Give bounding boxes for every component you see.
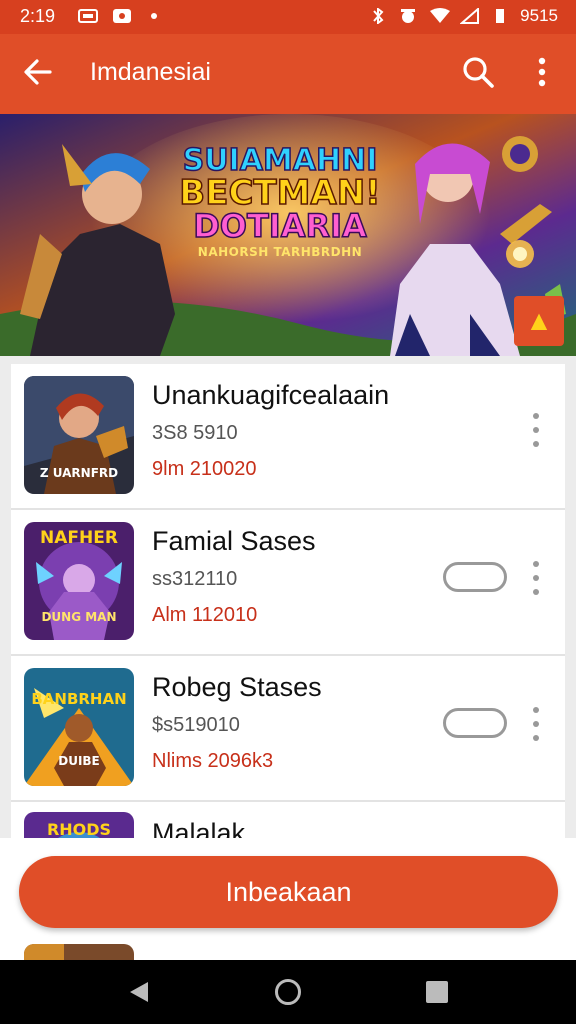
app-thumbnail: Z UARNFRD — [24, 376, 134, 494]
game-list: Z UARNFRD Unankuagifcealaain 3S8 5910 9l… — [11, 364, 565, 844]
overflow-menu-icon[interactable] — [526, 54, 558, 90]
search-icon[interactable] — [460, 54, 496, 90]
item-menu-icon[interactable] — [527, 704, 545, 744]
banner-line-1: SUIAMAHNI — [182, 143, 378, 178]
status-bar: 2:19 9515 — [0, 0, 576, 34]
item-menu-icon[interactable] — [527, 558, 545, 598]
item-subtitle: 3S8 5910 — [152, 422, 238, 444]
thumb-label-bottom: DUNG MAN — [41, 610, 117, 624]
banner-title: SUIAMAHNI BECTMAN! DOTIARIA NAHORSH TARH… — [150, 143, 410, 259]
back-arrow-icon[interactable] — [22, 56, 54, 88]
list-item[interactable]: BANBRHAN DUIBE Robeg Stases $s519010 Nli… — [11, 656, 565, 802]
message-icon — [78, 9, 98, 23]
alarm-icon — [401, 9, 415, 23]
thumb-label-top: NAFHER — [40, 528, 118, 548]
app-thumbnail: NAFHER DUNG MAN — [24, 522, 134, 640]
item-toggle-pill[interactable] — [443, 708, 507, 738]
thumb-label: Z UARNFRD — [39, 466, 119, 480]
nav-home-icon[interactable] — [275, 979, 301, 1005]
signal-icon — [460, 8, 479, 24]
app-thumbnail: BANBRHAN DUIBE — [24, 668, 134, 786]
app-thumbnail-peek — [24, 944, 134, 960]
nav-back-icon[interactable] — [128, 980, 150, 1004]
item-title: Robeg Stases — [152, 672, 322, 702]
bluetooth-icon — [373, 8, 384, 24]
primary-action-button[interactable]: Inbeakaan — [19, 856, 558, 928]
status-time: 2:19 — [20, 6, 56, 26]
item-subtitle: $s519010 — [152, 714, 240, 736]
item-toggle-pill[interactable] — [443, 562, 507, 592]
app-bar: Imdanesiai — [0, 34, 576, 114]
nav-recents-icon[interactable] — [426, 981, 448, 1003]
item-meta: Alm 112010 — [152, 604, 258, 626]
item-subtitle: ss312110 — [152, 568, 238, 590]
system-nav-bar — [0, 960, 576, 1024]
wifi-icon — [430, 8, 450, 23]
status-right-text: 9515 — [520, 6, 558, 25]
list-item[interactable]: NAFHER DUNG MAN Famial Sases ss312110 Al… — [11, 510, 565, 656]
item-meta: 9lm 210020 — [152, 458, 257, 480]
item-title: Famial Sases — [152, 526, 316, 556]
dot-icon — [151, 13, 157, 19]
battery-icon — [496, 9, 504, 23]
item-menu-icon[interactable] — [527, 410, 545, 450]
promo-banner[interactable]: SUIAMAHNI BECTMAN! DOTIARIA NAHORSH TARH… — [0, 114, 576, 356]
banner-play-icon[interactable]: ▲ — [514, 296, 564, 346]
page-title: Imdanesiai — [90, 58, 211, 86]
thumb-label-top: RHODS — [46, 820, 112, 839]
thumb-label-top: BANBRHAN — [31, 690, 127, 708]
list-item[interactable]: Z UARNFRD Unankuagifcealaain 3S8 5910 9l… — [11, 364, 565, 510]
thumb-label-bottom: DUIBE — [58, 754, 100, 768]
media-icon — [113, 9, 131, 23]
banner-line-3: DOTIARIA — [192, 207, 367, 245]
banner-line-2: BECTMAN! — [179, 173, 382, 213]
item-title: Unankuagifcealaain — [152, 380, 390, 410]
item-meta: Nlims 2096k3 — [152, 750, 274, 772]
banner-tagline: NAHORSH TARHBRDHN — [197, 245, 363, 259]
